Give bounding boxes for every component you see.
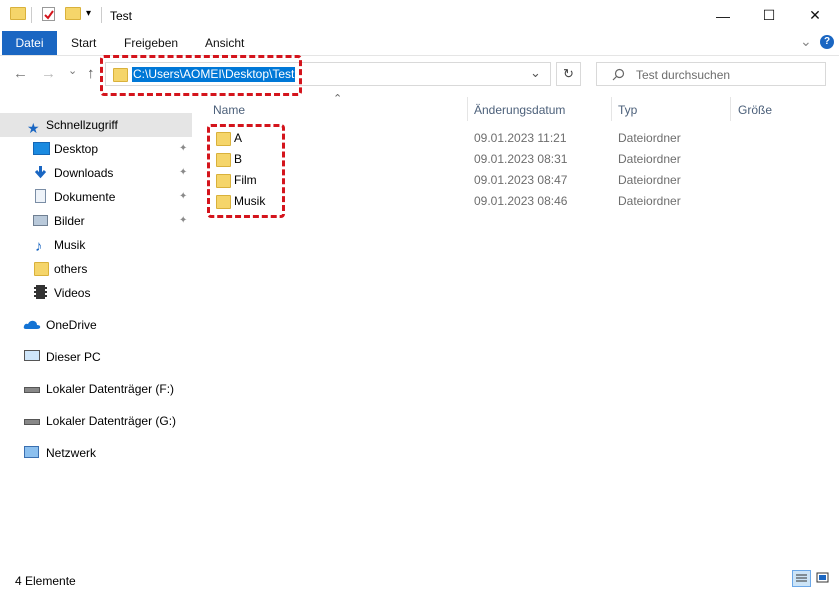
sidebar-item-label: Videos (54, 286, 91, 300)
document-icon (35, 189, 46, 203)
sidebar-item-onedrive[interactable]: OneDrive (0, 313, 192, 337)
sidebar-item-others[interactable]: others (0, 257, 192, 281)
file-date: 09.01.2023 08:46 (474, 194, 568, 208)
drive-icon (24, 387, 40, 393)
folder-icon (34, 262, 49, 276)
sidebar-item-bilder[interactable]: Bilder ✦ (0, 209, 192, 233)
music-icon: ♪ (35, 238, 43, 255)
search-placeholder: Test durchsuchen (636, 68, 731, 82)
refresh-button[interactable]: ↻ (556, 62, 581, 86)
new-folder-icon[interactable] (65, 7, 81, 20)
search-icon (612, 68, 625, 81)
large-icons-view-button[interactable] (814, 570, 833, 587)
sidebar-item-downloads[interactable]: Downloads ✦ (0, 161, 192, 185)
details-view-icon (796, 574, 807, 582)
download-icon (34, 166, 47, 179)
recent-locations-button[interactable]: ⌄ (68, 64, 77, 77)
separator (31, 7, 32, 23)
sidebar-item-label: Desktop (54, 142, 99, 156)
large-icons-view-icon (816, 572, 829, 583)
table-row[interactable]: B 09.01.2023 08:31 Dateiordner (209, 149, 789, 170)
column-header-name[interactable]: Name (213, 103, 245, 117)
sidebar-item-label: Schnellzugriff (46, 118, 118, 132)
pin-icon[interactable]: ✦ (179, 185, 187, 209)
address-dropdown-icon[interactable]: ⌄ (530, 65, 541, 81)
sidebar-item-drive-f[interactable]: Lokaler Datenträger (F:) (0, 377, 192, 401)
computer-icon (24, 350, 40, 361)
sidebar-item-dokumente[interactable]: Dokumente ✦ (0, 185, 192, 209)
tab-freigeben[interactable]: Freigeben (124, 31, 178, 55)
sidebar-item-drive-g[interactable]: Lokaler Datenträger (G:) (0, 409, 192, 433)
column-header-date[interactable]: Änderungsdatum (474, 103, 565, 117)
tab-ansicht[interactable]: Ansicht (205, 31, 244, 55)
file-type: Dateiordner (618, 152, 681, 166)
sidebar-item-schnellzugriff[interactable]: ★ Schnellzugriff (0, 113, 192, 137)
column-divider[interactable] (730, 97, 731, 121)
title-bar: ▾ Test — ☐ ✕ (0, 0, 839, 31)
sidebar-item-videos[interactable]: Videos (0, 281, 192, 305)
properties-icon[interactable] (42, 7, 55, 21)
minimize-button[interactable]: — (700, 0, 746, 31)
forward-button[interactable]: → (41, 65, 56, 82)
search-box[interactable]: Test durchsuchen (596, 62, 826, 86)
column-header-type[interactable]: Typ (618, 103, 637, 117)
table-row[interactable]: A 09.01.2023 11:21 Dateiordner (209, 128, 789, 149)
drive-icon (24, 419, 40, 425)
column-divider[interactable] (467, 97, 468, 121)
up-button[interactable]: ↑ (87, 65, 95, 82)
status-item-count: 4 Elemente (15, 574, 76, 588)
sidebar-item-desktop[interactable]: Desktop ✦ (0, 137, 192, 161)
sidebar-item-dieser-pc[interactable]: Dieser PC (0, 345, 192, 369)
network-icon (24, 446, 39, 458)
tab-start[interactable]: Start (71, 31, 96, 55)
pin-icon[interactable]: ✦ (179, 137, 187, 161)
maximize-button[interactable]: ☐ (746, 0, 792, 31)
table-row[interactable]: Musik 09.01.2023 08:46 Dateiordner (209, 191, 789, 212)
video-icon (34, 285, 47, 299)
desktop-icon (33, 142, 50, 155)
tab-datei[interactable]: Datei (2, 31, 57, 55)
file-date: 09.01.2023 08:31 (474, 152, 568, 166)
file-type: Dateiordner (618, 173, 681, 187)
sidebar-item-label: Musik (54, 238, 86, 252)
sidebar-item-label: Dieser PC (46, 350, 101, 364)
window-title: Test (110, 9, 133, 23)
highlight-files (207, 124, 285, 218)
customize-quick-access-icon[interactable]: ▾ (86, 8, 91, 19)
pin-icon[interactable]: ✦ (179, 161, 187, 185)
table-row[interactable]: Film 09.01.2023 08:47 Dateiordner (209, 170, 789, 191)
file-date: 09.01.2023 11:21 (474, 131, 567, 145)
file-type: Dateiordner (618, 131, 681, 145)
pictures-icon (33, 215, 48, 226)
ribbon: Datei Start Freigeben Ansicht ⌄ ? (0, 31, 839, 56)
expand-ribbon-icon[interactable]: ⌄ (800, 33, 812, 50)
sidebar-item-label: others (54, 262, 88, 276)
column-divider[interactable] (611, 97, 612, 121)
sidebar-item-label: OneDrive (46, 318, 97, 332)
close-button[interactable]: ✕ (792, 0, 838, 31)
help-icon[interactable]: ? (820, 35, 834, 49)
highlight-address (100, 55, 302, 96)
sidebar-item-musik[interactable]: ♪ Musik (0, 233, 192, 257)
cloud-icon (23, 320, 41, 329)
sidebar-item-label: Downloads (54, 166, 114, 180)
column-header-size[interactable]: Größe (738, 103, 772, 117)
folder-icon (10, 7, 26, 20)
pin-icon[interactable]: ✦ (179, 209, 187, 233)
sidebar-item-label: Bilder (54, 214, 85, 228)
sort-indicator-icon: ⌃ (333, 93, 343, 105)
file-date: 09.01.2023 08:47 (474, 173, 568, 187)
details-view-button[interactable] (792, 570, 811, 587)
back-button[interactable]: ← (13, 65, 28, 82)
sidebar-item-label: Lokaler Datenträger (G:) (46, 414, 177, 428)
sidebar-item-label: Lokaler Datenträger (F:) (46, 382, 175, 396)
sidebar-item-label: Netzwerk (46, 446, 97, 460)
sidebar-item-label: Dokumente (54, 190, 116, 204)
separator (101, 7, 102, 23)
sidebar-item-netzwerk[interactable]: Netzwerk (0, 441, 192, 465)
file-type: Dateiordner (618, 194, 681, 208)
